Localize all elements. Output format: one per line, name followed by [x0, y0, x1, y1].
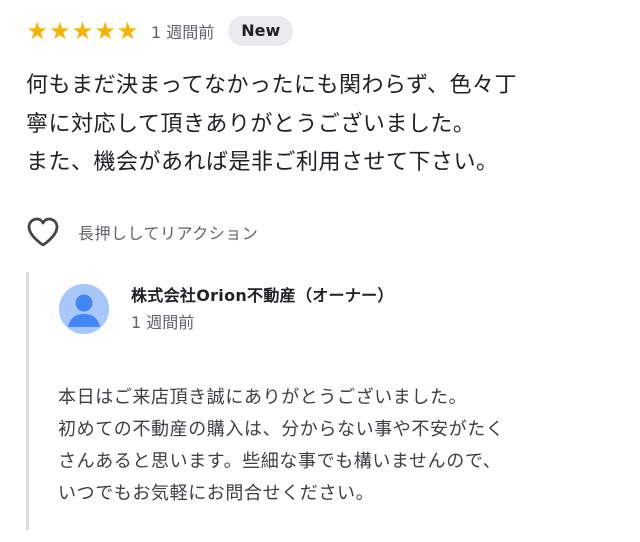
owner-info: 株式会社Orion不動産（オーナー） 1 週間前 [131, 284, 394, 336]
heart-outline-icon[interactable] [26, 216, 60, 248]
review-meta: ★ ★ ★ ★ ★ 1 週間前 New [26, 14, 294, 48]
owner-header: 株式会社Orion不動産（オーナー） 1 週間前 [59, 284, 394, 336]
star-icon: ★ [26, 17, 49, 45]
star-rating: ★ ★ ★ ★ ★ [26, 19, 139, 43]
star-icon: ★ [49, 17, 71, 45]
owner-name[interactable]: 株式会社Orion不動産（オーナー） [131, 284, 394, 308]
owner-reply-date: 1 週間前 [131, 313, 195, 332]
owner-reply: 株式会社Orion不動産（オーナー） 1 週間前 本日はご来店頂き誠にありがとう… [26, 272, 619, 530]
star-icon: ★ [94, 17, 116, 45]
new-badge: New [228, 16, 294, 46]
reaction-label: 長押ししてリアクション [78, 224, 259, 243]
star-icon: ★ [116, 17, 139, 45]
reaction-button[interactable]: 長押ししてリアクション [26, 215, 258, 249]
owner-reply-text: 本日はご来店頂き誠にありがとうございました。 初めての不動産の購入は、分からない… [58, 387, 505, 504]
star-icon: ★ [71, 17, 94, 45]
person-avatar-icon [59, 284, 109, 334]
review-text: 何もまだ決まってなかったにも関わらず、色々丁 寧に対応して頂きありがとうございま… [26, 73, 518, 175]
review-date: 1 週間前 [150, 23, 215, 42]
